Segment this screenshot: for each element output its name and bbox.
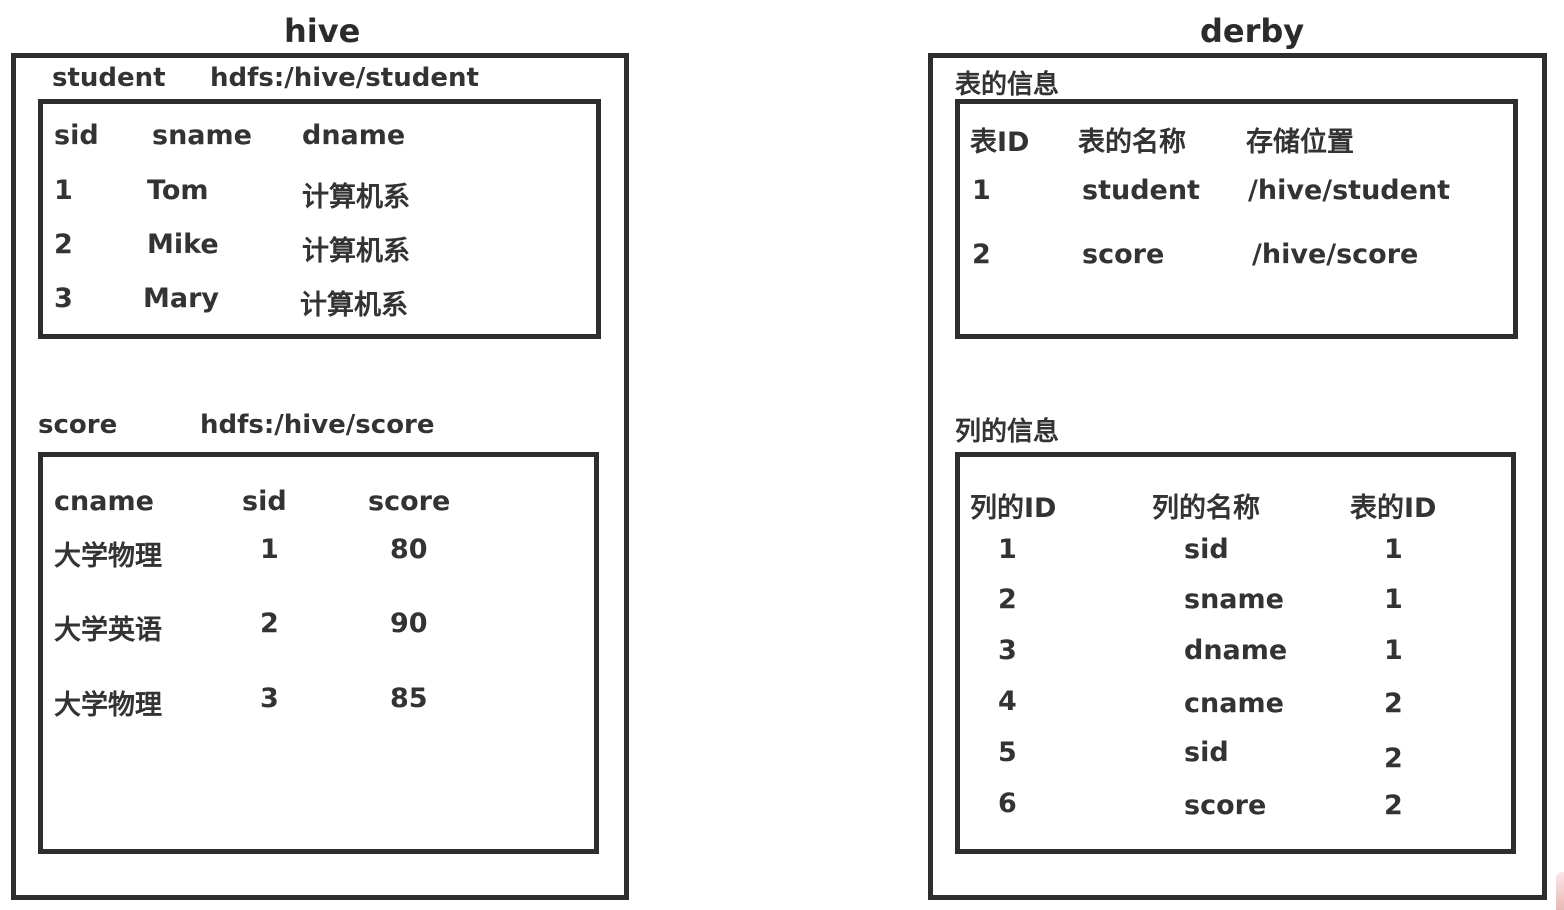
column-header: 表ID: [970, 127, 1030, 158]
column-header: 表的ID: [1350, 493, 1437, 524]
table-cell: score: [1184, 790, 1267, 821]
student-table-name: student: [52, 63, 166, 93]
table-cell: 1: [998, 534, 1017, 565]
column-header: sname: [152, 120, 252, 151]
table-info-label: 表的信息: [955, 70, 1060, 100]
table-cell: /hive/student: [1248, 175, 1451, 206]
derby-title: derby: [1200, 12, 1305, 50]
table-cell: 90: [390, 608, 428, 639]
table-cell: 1: [1384, 635, 1403, 666]
table-cell: 2: [998, 584, 1017, 615]
column-header: 列的名称: [1152, 493, 1260, 524]
column-header: cname: [54, 486, 154, 517]
table-cell: 4: [998, 686, 1017, 717]
table-cell: 大学物理: [54, 690, 162, 721]
column-header: 列的ID: [970, 493, 1057, 524]
table-cell: 计算机系: [302, 182, 410, 213]
table-cell: 3: [260, 683, 279, 714]
table-cell: 大学英语: [54, 615, 162, 646]
table-cell: 1: [972, 175, 991, 206]
table-cell: Mary: [143, 283, 220, 314]
table-cell: 2: [1384, 743, 1403, 774]
corner-artifact: [1556, 872, 1564, 910]
table-cell: 80: [390, 534, 428, 565]
table-cell: 1: [1384, 534, 1403, 565]
column-header: sid: [54, 120, 99, 151]
column-header: score: [368, 486, 451, 517]
table-cell: cname: [1184, 688, 1284, 719]
student-table-location: hdfs:/hive/student: [210, 63, 479, 93]
table-cell: Mike: [147, 229, 219, 260]
table-cell: 2: [972, 239, 991, 270]
table-cell: 3: [54, 283, 73, 314]
table-cell: 3: [998, 635, 1017, 666]
table-cell: sid: [1184, 737, 1229, 768]
column-header: 存储位置: [1246, 127, 1354, 158]
table-cell: 1: [54, 175, 73, 206]
table-cell: 1: [1384, 584, 1403, 615]
table-cell: 2: [260, 608, 279, 639]
table-cell: 85: [390, 683, 428, 714]
table-cell: dname: [1184, 635, 1288, 666]
column-header: 表的名称: [1078, 127, 1186, 158]
table-cell: 1: [260, 534, 279, 565]
column-header: sid: [242, 486, 287, 517]
table-cell: /hive/score: [1252, 239, 1419, 270]
table-cell: 2: [1384, 790, 1403, 821]
table-cell: 6: [998, 788, 1017, 819]
table-cell: 5: [998, 737, 1017, 768]
column-header: dname: [302, 120, 406, 151]
table-cell: student: [1082, 175, 1200, 206]
table-cell: sname: [1184, 584, 1284, 615]
table-cell: 2: [1384, 688, 1403, 719]
score-table-name: score: [38, 410, 118, 440]
hive-title: hive: [284, 12, 361, 50]
table-cell: 2: [54, 229, 73, 260]
table-info-table: [955, 99, 1518, 339]
column-info-label: 列的信息: [955, 417, 1060, 447]
score-table-location: hdfs:/hive/score: [200, 410, 435, 440]
table-cell: 计算机系: [302, 236, 410, 267]
table-cell: Tom: [147, 175, 209, 206]
table-cell: sid: [1184, 534, 1229, 565]
table-cell: 计算机系: [300, 290, 408, 321]
table-cell: 大学物理: [54, 541, 162, 572]
table-cell: score: [1082, 239, 1165, 270]
